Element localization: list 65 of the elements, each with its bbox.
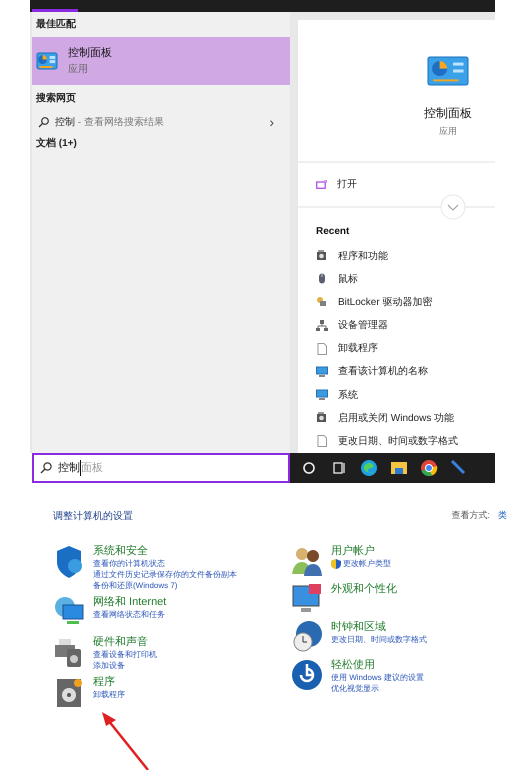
control-panel-icon xyxy=(36,52,58,70)
recent-item[interactable]: 卸载程序 xyxy=(298,337,495,360)
category-link[interactable]: 网络和 Internet xyxy=(93,595,166,609)
chrome-icon xyxy=(420,459,438,477)
document-icon xyxy=(316,435,328,448)
browser-icon xyxy=(360,459,378,477)
task-link[interactable]: 查看网络状态和任务 xyxy=(93,609,165,620)
category-link[interactable]: 时钟和区域 xyxy=(331,620,427,634)
pen-icon xyxy=(450,459,468,477)
open-link[interactable]: 打开 xyxy=(337,176,357,192)
task-link[interactable]: 优化视觉显示 xyxy=(331,683,379,694)
task-link[interactable]: 备份和还原(Windows 7) xyxy=(93,580,178,591)
annotation-arrow xyxy=(100,712,150,770)
recent-item[interactable]: 鼠标 xyxy=(298,268,495,291)
task-link[interactable]: 查看你的计算机状态 xyxy=(93,558,165,569)
recent-item[interactable]: 启用或关闭 Windows 功能 xyxy=(298,406,495,430)
monitor-icon xyxy=(316,389,328,402)
section-header: 搜索网页 xyxy=(34,92,77,106)
view-by-dropdown[interactable]: 类 xyxy=(498,509,507,524)
section-header: Recent xyxy=(315,224,350,239)
page-heading: 调整计算机的设置 xyxy=(53,510,133,524)
section-header: 文档 (1+) xyxy=(35,136,78,151)
task-link[interactable]: 更改帐户类型 xyxy=(343,558,391,569)
recent-item[interactable]: 查看该计算机的名称 xyxy=(298,360,495,384)
result-title: 控制面板 xyxy=(68,46,112,62)
task-link[interactable]: 更改日期、时间或数字格式 xyxy=(331,634,427,645)
task-link[interactable]: 使用 Windows 建议的设置 xyxy=(331,672,424,683)
mouse-icon xyxy=(316,273,328,286)
device-icon xyxy=(316,320,328,332)
task-link[interactable]: 添加设备 xyxy=(93,660,125,671)
task-link[interactable]: 查看设备和打印机 xyxy=(93,649,157,660)
category-link[interactable]: 系统和安全 xyxy=(93,544,237,558)
folder-icon xyxy=(390,459,408,477)
section-header: 最佳匹配 xyxy=(35,18,77,32)
control-panel-icon xyxy=(427,56,469,86)
recent-item[interactable]: BitLocker 驱动器加密 xyxy=(298,290,495,314)
best-match-item[interactable]: 控制面板 应用 xyxy=(32,37,290,85)
monitor-icon xyxy=(316,366,328,378)
task-link[interactable]: 通过文件历史记录保存你的文件备份副本 xyxy=(93,569,237,580)
programs-icon xyxy=(316,250,328,262)
task-view-circle-icon xyxy=(300,459,318,477)
recent-item[interactable]: 更改日期、时间或数字格式 xyxy=(298,430,495,453)
recent-item[interactable]: 系统 xyxy=(298,383,495,407)
web-result-item[interactable]: 控制 - 查看网络搜索结果 › xyxy=(32,110,290,134)
app-title: 控制面板 xyxy=(424,105,472,122)
category-link[interactable]: 外观和个性化 xyxy=(331,582,397,596)
chevron-right-icon: › xyxy=(269,112,274,132)
recent-item[interactable]: 程序和功能 xyxy=(298,244,495,268)
recent-item[interactable]: 设备管理器 xyxy=(298,314,495,338)
search-icon xyxy=(40,462,52,474)
open-icon xyxy=(316,180,327,189)
task-link[interactable]: 卸载程序 xyxy=(93,689,125,700)
category-link[interactable]: 程序 xyxy=(93,675,125,689)
search-icon xyxy=(38,116,49,128)
view-by-label: 查看方式: xyxy=(451,509,490,522)
app-type: 应用 xyxy=(439,125,457,138)
result-subtitle: 应用 xyxy=(68,62,89,77)
result-text: 控制 - 查看网络搜索结果 xyxy=(55,116,165,130)
bitlocker-icon xyxy=(316,296,328,308)
category-link[interactable]: 硬件和声音 xyxy=(93,635,157,649)
document-icon xyxy=(316,342,328,355)
programs-icon xyxy=(316,412,328,424)
search-field[interactable]: 控制面板 xyxy=(32,453,290,483)
category-link[interactable]: 用户帐户 xyxy=(331,544,391,558)
category-link[interactable]: 轻松使用 xyxy=(331,658,424,672)
